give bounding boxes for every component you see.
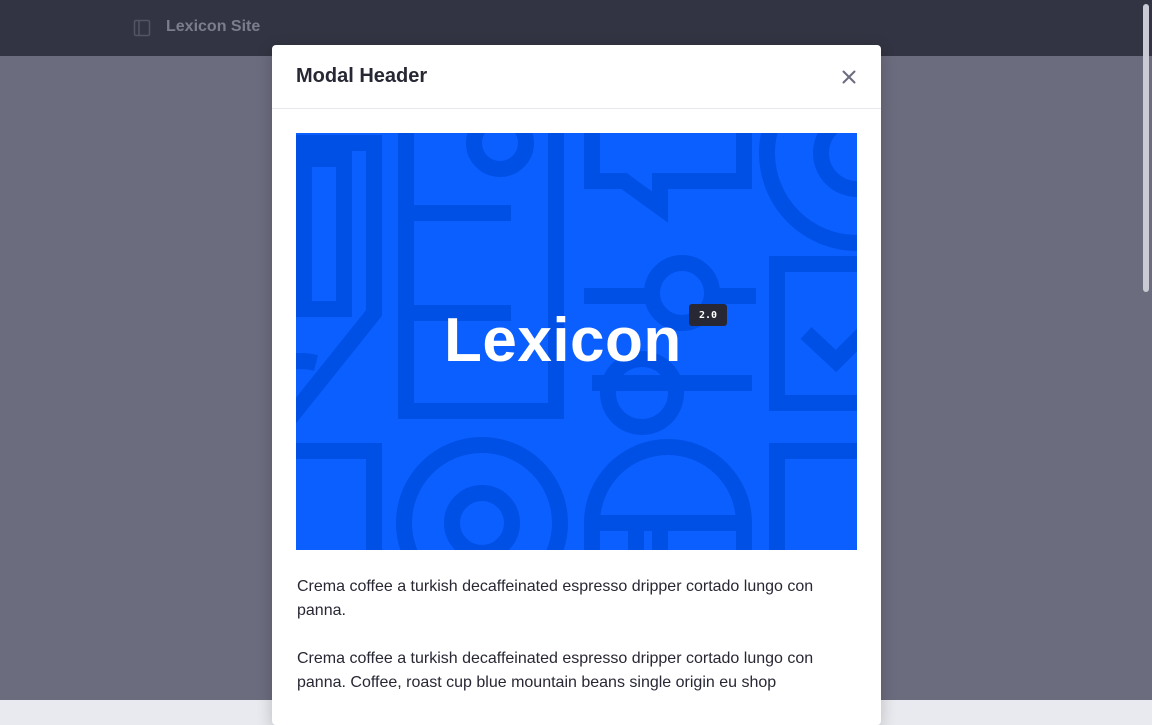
paragraph: Crema coffee a turkish decaffeinated esp…: [297, 650, 814, 691]
modal-title: Modal Header: [296, 65, 428, 87]
hero-logo-text: Lexicon: [444, 306, 682, 375]
modal-dialog: Modal Header Lexicon 2.0 Crema coffee a …: [272, 45, 881, 725]
paragraph: Crema coffee a turkish decaffeinated esp…: [297, 578, 814, 619]
scrollbar-thumb[interactable]: [1143, 4, 1149, 292]
modal-body-text: Crema coffee a turkish decaffeinated esp…: [297, 575, 857, 719]
modal-header: Modal Header: [272, 45, 881, 109]
close-button[interactable]: [837, 65, 861, 89]
version-badge: 2.0: [689, 304, 727, 326]
lexicon-hero-image: Lexicon 2.0: [296, 133, 857, 550]
close-icon: [842, 70, 856, 84]
page-scrollbar[interactable]: [1140, 0, 1152, 700]
